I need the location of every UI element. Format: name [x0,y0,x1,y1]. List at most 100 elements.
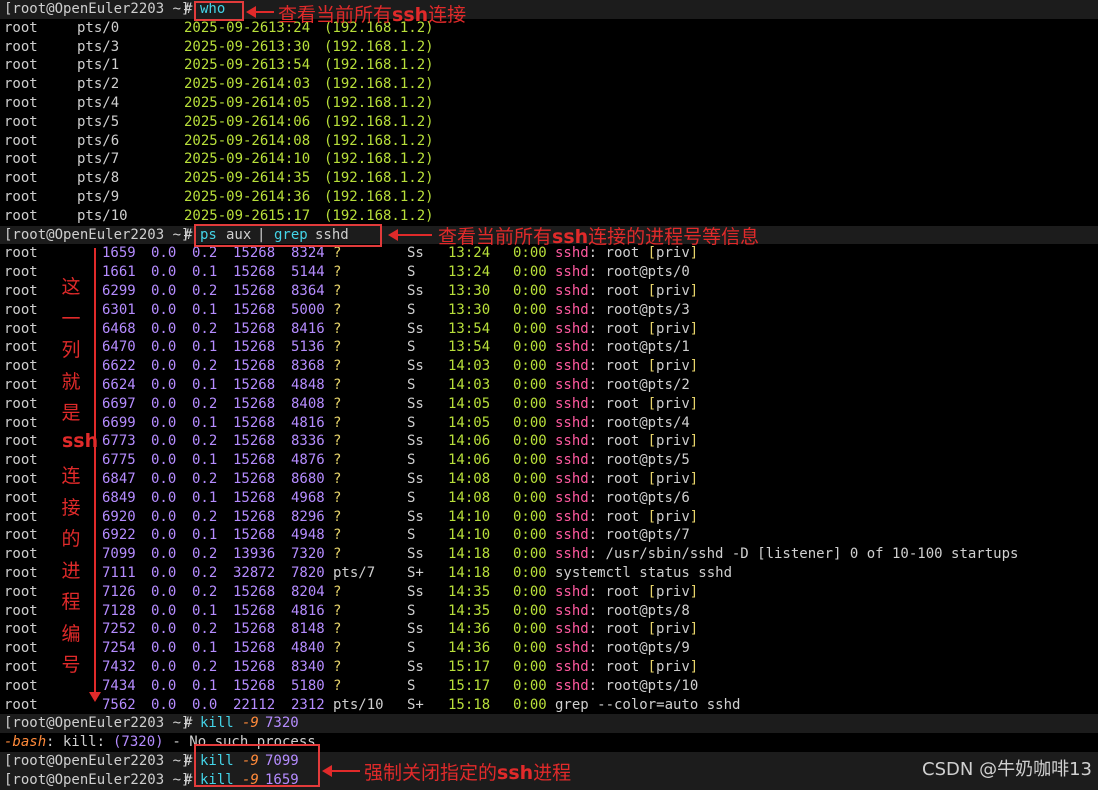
command-highlight: sshd [555,377,589,393]
command-highlight: sshd [555,433,589,450]
stat-cell: S [407,377,416,393]
vsz-cell: 15268 [233,414,276,431]
pid-cell: 7254 [102,640,136,657]
time-cell: 13:54 [268,57,311,74]
tty-cell: ? [333,602,342,619]
command-highlight: sshd [555,395,589,412]
command-highlight: sshd [555,301,589,318]
command-highlight: sshd [555,508,589,525]
command-text: priv [656,283,690,299]
tty-cell: pts/8 [77,170,120,187]
prompt-hash: # [184,226,193,243]
rss-cell: 5136 [291,339,325,356]
pid-cell: 7111 [102,565,136,581]
tty-cell: ? [333,358,342,375]
pid-cell: 7126 [102,583,136,600]
time-cell: 14:36 [268,189,311,205]
tty-cell: pts/6 [77,132,120,149]
user-cell: root [4,527,38,544]
user-cell: root [4,489,38,506]
bracket: [ [647,358,657,375]
stat-cell: Ss [407,583,424,600]
command-input[interactable]: kill [200,714,234,733]
date-cell: 2025-09-26 [184,113,269,130]
error-sep: : kill: [46,734,114,751]
stat-cell: S [407,602,416,619]
ps-row: root 7434 0.0 0.1 15268 5180? S 15:17 0:00 sshd: … [0,677,1098,696]
watermark: CSDN @牛奶咖啡13 [922,759,1092,780]
date-cell: 2025-09-26 [184,95,269,111]
vsz-cell: 15268 [233,283,276,299]
ps-row: root 6699 0.0 0.1 15268 4816? S 14:05 0:00 sshd: … [0,414,1098,433]
start-cell: 14:35 [448,583,491,600]
bracket: ] [689,621,699,638]
rss-cell: 7320 [291,546,325,563]
vertical-note-char: 一 [61,307,81,330]
time-cell: 14:10 [268,151,311,168]
host-cell: (192.168.1.2) [324,189,434,205]
bracket: [ [647,433,657,450]
kill-arrow [322,765,360,777]
tty-cell: pts/9 [77,189,120,205]
mem-cell: 0.2 [192,659,218,675]
cpu-cell: 0.0 [151,245,177,262]
start-cell: 13:30 [448,283,491,299]
user-cell: root [4,339,38,356]
mem-cell: 0.2 [192,621,218,638]
ps-row: root 6622 0.0 0.2 15268 8368? Ss 14:03 0:00 sshd:… [0,357,1098,376]
command-text: : root@pts/9 [588,640,690,657]
ps-row: root 7126 0.0 0.2 15268 8204? Ss 14:35 0:00 sshd:… [0,583,1098,602]
vsz-cell: 15268 [233,358,276,375]
rss-cell: 4948 [291,527,325,544]
date-cell: 2025-09-26 [184,151,269,168]
error-prefix: -bash [4,734,47,751]
command-highlight: sshd [555,640,589,657]
vertical-note-char: ssh [62,429,99,452]
ps-row: root 6299 0.0 0.2 15268 8364? Ss 13:30 0:00 sshd:… [0,282,1098,301]
vertical-note-char: 的 [61,528,81,550]
stat-cell: S [407,452,416,469]
pid-cell: 6849 [102,489,136,506]
ps-row: root 6920 0.0 0.2 15268 8296? Ss 14:10 0:00 sshd:… [0,508,1098,527]
ps-row: root 6773 0.0 0.2 15268 8336? Ss 14:06 0:00 sshd:… [0,432,1098,451]
cpu-cell: 0.0 [151,602,177,619]
host-cell: (192.168.1.2) [324,76,434,93]
bracket: [ [647,395,657,412]
mem-cell: 0.1 [192,264,218,281]
user-cell: root [4,283,38,299]
vsz-cell: 15268 [233,583,276,600]
ps-row: root 6775 0.0 0.1 15268 4876? S 14:06 0:00 sshd: … [0,451,1098,470]
who-row: root pts/7 2025-09-26 14:10 (192.168.1.2) [0,150,1098,169]
ps-row: root 6847 0.0 0.2 15268 8680? Ss 14:08 0:00 sshd:… [0,470,1098,489]
date-cell: 2025-09-26 [184,38,269,55]
bracket: [ [647,508,657,525]
cpu-cell: 0.0 [151,677,177,694]
pid-cell: 7434 [102,677,136,694]
user-cell: root [4,170,38,187]
ps-row: root 1661 0.0 0.1 15268 5144? S 13:24 0:00 sshd: … [0,263,1098,282]
cpu-cell: 0.0 [151,301,177,318]
mem-cell: 0.1 [192,301,218,318]
vsz-cell: 15268 [233,433,276,450]
host-cell: (192.168.1.2) [324,151,434,168]
stat-cell: S [407,301,416,318]
command-highlight: sshd [555,471,589,487]
cpu-cell: 0.0 [151,471,177,487]
rss-cell: 4840 [291,640,325,657]
bracket: ] [689,583,699,600]
who-row: root pts/5 2025-09-26 14:06 (192.168.1.2) [0,113,1098,132]
mem-cell: 0.0 [192,696,218,713]
start-cell: 14:36 [448,621,491,638]
stat-cell: Ss [407,358,424,375]
user-cell: root [4,414,38,431]
command-text: : root@pts/2 [588,377,690,393]
tty-cell: ? [333,264,342,281]
ps-row: root 7562 0.0 0.0 22112 2312 pts/10 S+ 15:18 0:00… [0,696,1098,715]
mem-cell: 0.2 [192,508,218,525]
prompt-hash: # [184,1,193,17]
command-text: : root@pts/1 [588,339,690,356]
vsz-cell: 13936 [233,546,276,563]
command-highlight: sshd [555,452,589,469]
mem-cell: 0.1 [192,452,218,469]
date-cell: 2025-09-26 [184,76,269,93]
